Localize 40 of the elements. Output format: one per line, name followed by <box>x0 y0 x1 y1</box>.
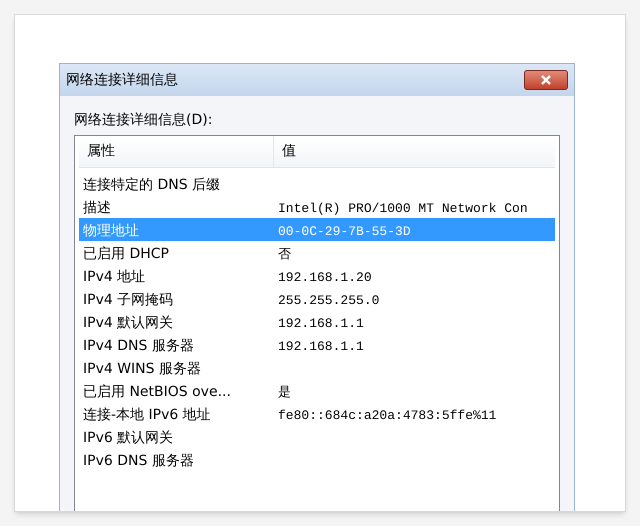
property-value: 00-0C-29-7B-55-3D <box>278 224 411 238</box>
column-header[interactable]: 值 <box>274 136 555 167</box>
close-button[interactable] <box>524 70 568 90</box>
list-row[interactable]: IPv4 地址 192.168.1.20 <box>79 264 555 287</box>
list-row[interactable]: IPv4 WINS 服务器 <box>79 356 555 379</box>
property-value: 255.255.255.0 <box>278 292 380 308</box>
property-value: 是 <box>278 384 291 400</box>
property-value: 192.168.1.1 <box>278 338 364 354</box>
list-row[interactable]: 连接-本地 IPv6 地址 fe80::684c:a20a:4783:5ffe%11 <box>79 402 555 425</box>
list-row[interactable]: 已启用 NetBIOS ove... 是 <box>79 379 555 402</box>
property-name: IPv4 DNS 服务器 <box>83 338 194 354</box>
close-icon <box>540 75 552 85</box>
property-name: 已启用 DHCP <box>83 246 169 262</box>
property-value: Intel(R) PRO/1000 MT Network Con <box>278 200 528 216</box>
property-name: IPv4 地址 <box>83 268 146 284</box>
list-label: 网络连接详细信息(D): <box>74 111 214 130</box>
property-name: 连接-本地 IPv6 地址 <box>83 406 211 422</box>
column-header[interactable]: 属性 <box>79 136 274 167</box>
list-row[interactable]: IPv4 子网掩码 255.255.255.0 <box>79 287 555 310</box>
property-name: IPv6 默认网关 <box>83 430 174 446</box>
list-row[interactable]: 描述 Intel(R) PRO/1000 MT Network Con <box>79 195 555 218</box>
property-value: fe80::684c:a20a:4783:5ffe%11 <box>278 408 496 422</box>
property-value: 192.168.1.20 <box>278 270 372 284</box>
list-row[interactable]: 连接特定的 DNS 后缀 <box>79 172 555 195</box>
property-value: 192.168.1.1 <box>278 316 364 330</box>
property-name: IPv4 WINS 服务器 <box>83 360 201 376</box>
list-row[interactable]: IPv6 默认网关 <box>79 425 555 448</box>
property-name: IPv4 子网掩码 <box>83 292 174 308</box>
property-name: 描述 <box>83 200 111 216</box>
list-row[interactable]: IPv6 DNS 服务器 <box>79 448 555 471</box>
property-value: 否 <box>278 246 291 262</box>
list-row[interactable]: IPv4 DNS 服务器 192.168.1.1 <box>79 333 555 356</box>
property-name: IPv4 默认网关 <box>83 314 174 330</box>
window-title: 网络连接详细信息 <box>66 70 178 90</box>
list-row[interactable]: IPv4 默认网关 192.168.1.1 <box>79 310 555 333</box>
property-name: 已启用 NetBIOS ove... <box>83 384 231 400</box>
property-name: 物理地址 <box>83 222 139 238</box>
list-row[interactable]: 已启用 DHCP 否 <box>79 241 555 264</box>
property-name: 连接特定的 DNS 后缀 <box>83 176 220 192</box>
property-name: IPv6 DNS 服务器 <box>83 452 194 468</box>
